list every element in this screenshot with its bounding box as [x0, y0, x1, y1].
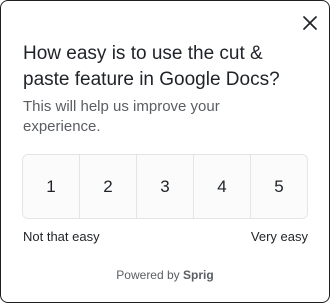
rating-option-2[interactable]: 2 — [80, 155, 137, 218]
powered-by: Powered by Sprig — [1, 268, 329, 282]
rating-option-1[interactable]: 1 — [23, 155, 80, 218]
survey-card: How easy is to use the cut & paste featu… — [0, 0, 330, 303]
powered-by-text: Powered by — [116, 268, 180, 282]
survey-subtitle: This will help us improve your experienc… — [23, 98, 220, 135]
close-icon — [303, 16, 317, 30]
rating-option-4[interactable]: 4 — [194, 155, 251, 218]
close-button[interactable] — [299, 12, 321, 34]
rating-scale: 1 2 3 4 5 — [22, 154, 308, 219]
rating-option-3[interactable]: 3 — [137, 155, 194, 218]
sprig-logo: Sprig — [183, 268, 214, 282]
scale-max-label: Very easy — [250, 229, 308, 244]
scale-min-label: Not that easy — [23, 229, 100, 244]
survey-question: How easy is to use the cut & paste featu… — [23, 43, 280, 90]
rating-option-5[interactable]: 5 — [251, 155, 307, 218]
